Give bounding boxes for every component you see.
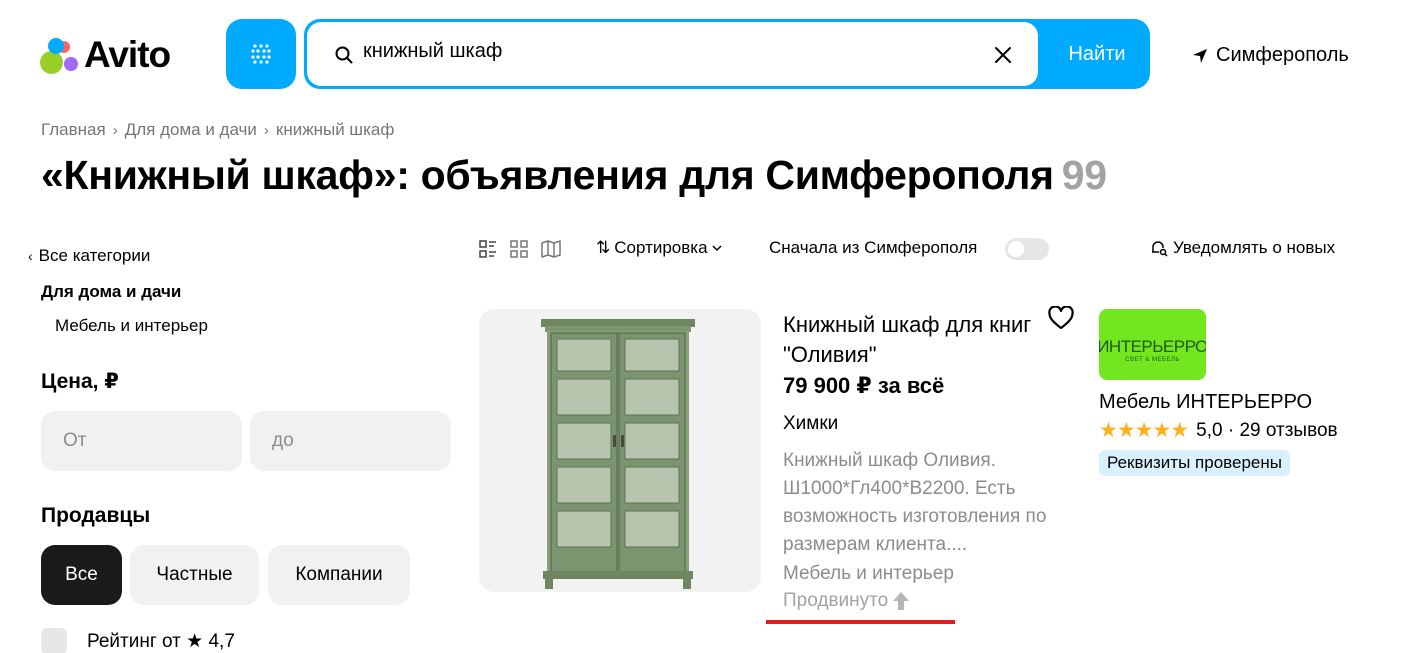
categories-button[interactable]: [226, 19, 296, 89]
rating-text: 5,0 · 29 отзывов: [1196, 419, 1338, 441]
location-arrow-icon: [1193, 48, 1207, 63]
breadcrumb-item[interactable]: Главная: [41, 120, 106, 140]
city-selector[interactable]: Симферополь: [1192, 44, 1349, 67]
search-box[interactable]: [307, 22, 1038, 86]
dots-grid-icon: [251, 44, 271, 64]
view-switcher: [479, 240, 561, 258]
all-categories-link[interactable]: ‹ Все категории: [28, 246, 150, 266]
logo-text: Avito: [84, 34, 171, 75]
category-current[interactable]: Для дома и дачи: [41, 282, 181, 302]
breadcrumb-item[interactable]: Для дома и дачи: [125, 120, 257, 140]
search-button[interactable]: Найти: [1044, 19, 1150, 89]
map-view-icon[interactable]: [541, 240, 561, 258]
listing-category: Мебель и интерьер: [783, 563, 954, 584]
sellers-label: Продавцы: [41, 504, 151, 527]
avito-logo[interactable]: Avito: [40, 34, 171, 76]
seller-rating: ★★★★★ 5,0 · 29 отзывов: [1099, 418, 1345, 443]
results-count: 99: [1061, 152, 1107, 198]
seller-name[interactable]: Мебель ИНТЕРЬЕРРО: [1099, 391, 1312, 414]
listing-image[interactable]: [479, 309, 761, 592]
seller-logo-subtext: СВЕТ & МЕБЕЛЬ: [1125, 356, 1180, 363]
seller-logo[interactable]: ИНТЕРЬЕРРО СВЕТ & МЕБЕЛЬ: [1099, 309, 1206, 380]
chevron-right-icon: ›: [112, 121, 118, 139]
highlight-underline: [766, 620, 955, 624]
sellers-companies-button[interactable]: Компании: [268, 545, 410, 605]
heart-icon[interactable]: [1048, 306, 1074, 330]
bell-search-icon: [1152, 241, 1168, 257]
sellers-private-button[interactable]: Частные: [130, 545, 259, 605]
page-title: «Книжный шкаф»: объявления для Симферопо…: [41, 152, 1107, 199]
notify-label: Уведомлять о новых: [1173, 238, 1336, 257]
logo-dots-icon: [40, 35, 80, 75]
subcategory-link[interactable]: Мебель и интерьер: [55, 316, 208, 336]
grid-view-icon[interactable]: [510, 240, 528, 258]
listing-price: 79 900 ₽ за всё: [783, 373, 945, 398]
listing-description: Книжный шкаф Оливия. Ш1000*Гл400*В2200. …: [783, 450, 1047, 555]
price-from-input[interactable]: От: [41, 411, 242, 471]
price-to-input[interactable]: до: [250, 411, 451, 471]
rating-filter[interactable]: Рейтинг от ★ 4,7: [41, 628, 235, 653]
listing-location: Химки: [783, 413, 839, 434]
seller-logo-text: ИНТЕРЬЕРРО: [1099, 336, 1206, 356]
from-city-toggle[interactable]: [1005, 238, 1049, 260]
rating-checkbox[interactable]: [41, 628, 67, 653]
bookcase-image: [541, 319, 695, 589]
search-icon: [335, 46, 353, 64]
sort-arrows-icon: ⇅: [596, 238, 611, 257]
rating-label: Рейтинг от ★ 4,7: [87, 630, 235, 652]
promoted-label: Продвинуто: [783, 590, 889, 611]
search-input[interactable]: [363, 40, 963, 63]
notify-button[interactable]: Уведомлять о новых: [1150, 238, 1335, 258]
sellers-all-button[interactable]: Все: [41, 545, 122, 605]
sort-dropdown[interactable]: ⇅ Сортировка: [596, 238, 722, 258]
all-categories-label: Все категории: [38, 246, 151, 265]
rating-stars: ★★★★★: [1099, 419, 1189, 442]
chevron-left-icon: ‹: [28, 248, 33, 264]
toggle-knob: [1008, 241, 1024, 257]
search-bar: Найти: [304, 19, 1150, 89]
sort-label: Сортировка: [614, 238, 708, 257]
verified-badge: Реквизиты проверены: [1099, 450, 1290, 476]
listing-promoted: Продвинуто: [783, 590, 910, 612]
list-view-icon[interactable]: [479, 240, 497, 258]
city-name: Симферополь: [1216, 44, 1349, 66]
chevron-right-icon: ›: [263, 121, 269, 139]
from-city-label: Сначала из Симферополя: [769, 238, 978, 257]
page-title-text: «Книжный шкаф»: объявления для Симферопо…: [41, 152, 1054, 198]
chevron-down-icon: [712, 245, 722, 252]
price-label: Цена, ₽: [41, 370, 119, 393]
arrow-up-icon: [893, 592, 910, 610]
breadcrumb-item[interactable]: книжный шкаф: [276, 120, 394, 140]
breadcrumb: Главная › Для дома и дачи › книжный шкаф: [41, 120, 394, 140]
close-icon[interactable]: [994, 46, 1012, 64]
listing-title[interactable]: Книжный шкаф для книг "Оливия": [783, 310, 1033, 370]
